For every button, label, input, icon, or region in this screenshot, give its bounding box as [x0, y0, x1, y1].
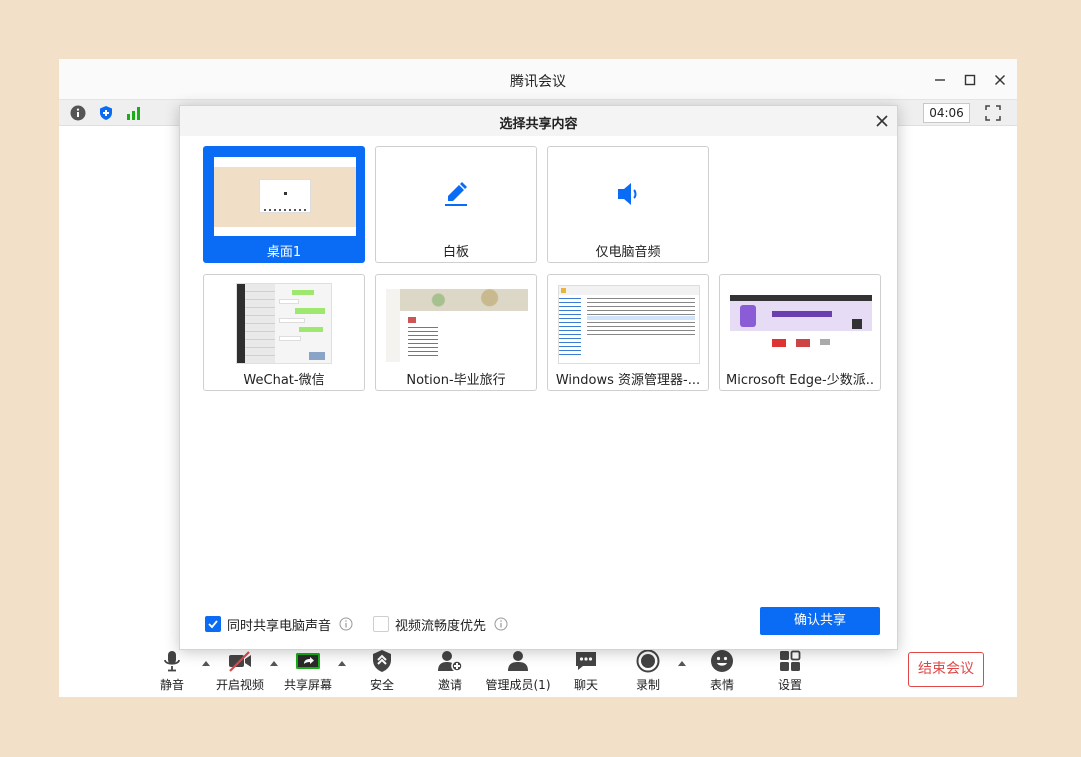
tile-label-whiteboard: 白板 [442, 245, 469, 260]
end-meeting-button[interactable]: 结束会议 [908, 652, 984, 687]
minimize-icon[interactable] [928, 68, 952, 92]
share-sound-label: 同时共享电脑声音 [227, 618, 332, 634]
tile-label-explorer: Windows 资源管理器-... [555, 373, 701, 388]
share-tile-computer-audio[interactable]: 仅电脑音频 [547, 146, 709, 263]
invite-icon [438, 651, 463, 672]
security-button[interactable]: 安全 [347, 649, 417, 697]
share-content-dialog: 选择共享内容 桌面1 白板 仅电脑音频 WeChat-微信 Notion-毕业旅… [179, 105, 898, 650]
confirm-share-button[interactable]: 确认共享 [760, 607, 880, 635]
dialog-title: 选择共享内容 [499, 117, 578, 132]
settings-button[interactable]: 设置 [755, 649, 825, 697]
tile-label-edge: Microsoft Edge-少数派... [726, 373, 874, 388]
video-smoothness-label: 视频流畅度优先 [395, 618, 487, 634]
tile-label-computer-audio: 仅电脑音频 [595, 245, 661, 260]
record-label: 录制 [635, 678, 660, 692]
notion-thumbnail [386, 289, 528, 362]
share-screen-label: 共享屏幕 [283, 678, 332, 692]
emoji-button[interactable]: 表情 [687, 649, 757, 697]
signal-icon[interactable] [126, 105, 142, 121]
share-tile-desktop[interactable]: 桌面1 [203, 146, 365, 263]
share-screen-button[interactable]: 共享屏幕 [273, 649, 343, 697]
dialog-header: 选择共享内容 [180, 106, 897, 136]
info-icon[interactable] [70, 105, 86, 121]
start-video-button[interactable]: 开启视频 [205, 649, 275, 697]
record-button[interactable]: 录制 [613, 649, 683, 697]
video-smoothness-checkbox[interactable] [373, 616, 389, 632]
video-off-icon [229, 651, 251, 672]
share-sound-checkbox[interactable] [205, 616, 221, 632]
share-options-caret[interactable] [337, 659, 347, 667]
emoji-icon [711, 650, 733, 672]
invite-label: 邀请 [437, 678, 462, 692]
fullscreen-icon[interactable] [984, 104, 1002, 122]
invite-button[interactable]: 邀请 [415, 649, 485, 697]
members-icon [508, 651, 528, 671]
mute-button[interactable]: 静音 [137, 649, 207, 697]
pen-icon [445, 182, 467, 206]
shield-icon[interactable] [98, 105, 114, 121]
chat-button[interactable]: 聊天 [551, 649, 621, 697]
share-tile-notion[interactable]: Notion-毕业旅行 [375, 274, 537, 391]
desktop-thumbnail [214, 157, 356, 236]
wechat-thumbnail [236, 283, 332, 364]
close-icon[interactable] [988, 68, 1012, 92]
video-smoothness-option[interactable]: 视频流畅度优先 [373, 614, 508, 634]
info-icon[interactable] [494, 617, 508, 631]
meeting-timer: 04:06 [923, 103, 970, 123]
share-screen-icon [296, 653, 320, 669]
edge-thumbnail [730, 295, 872, 353]
manage-members-button[interactable]: 管理成员(1) [483, 649, 553, 697]
tile-label-desktop: 桌面1 [266, 245, 302, 260]
security-label: 安全 [369, 678, 394, 692]
manage-members-label: 管理成员(1) [485, 678, 551, 692]
info-icon[interactable] [339, 617, 353, 631]
record-icon [636, 649, 660, 673]
share-tile-explorer[interactable]: Windows 资源管理器-... [547, 274, 709, 391]
tile-label-notion: Notion-毕业旅行 [406, 373, 506, 388]
security-icon [373, 650, 391, 672]
share-computer-sound-option[interactable]: 同时共享电脑声音 [205, 614, 353, 634]
settings-label: 设置 [777, 678, 802, 692]
share-tile-edge[interactable]: Microsoft Edge-少数派... [719, 274, 881, 391]
explorer-thumbnail [558, 285, 700, 364]
record-options-caret[interactable] [677, 659, 687, 667]
share-tile-wechat[interactable]: WeChat-微信 [203, 274, 365, 391]
app-title: 腾讯会议 [510, 74, 566, 90]
chat-label: 聊天 [573, 678, 598, 692]
chat-icon [576, 652, 596, 670]
emoji-label: 表情 [709, 678, 734, 692]
tile-label-wechat: WeChat-微信 [243, 373, 325, 388]
dialog-close-icon[interactable] [874, 113, 890, 129]
microphone-icon [164, 651, 180, 672]
maximize-icon[interactable] [958, 68, 982, 92]
speaker-icon [618, 183, 637, 205]
share-tile-whiteboard[interactable]: 白板 [375, 146, 537, 263]
meeting-toolbar: 静音 开启视频 共享屏幕 安全 邀请 管理成员(1) 聊天 录制 表情 设置 结… [59, 649, 1017, 697]
title-bar: 腾讯会议 [59, 59, 1017, 100]
mute-label: 静音 [159, 678, 184, 692]
settings-icon [780, 650, 801, 671]
start-video-label: 开启视频 [215, 678, 264, 692]
